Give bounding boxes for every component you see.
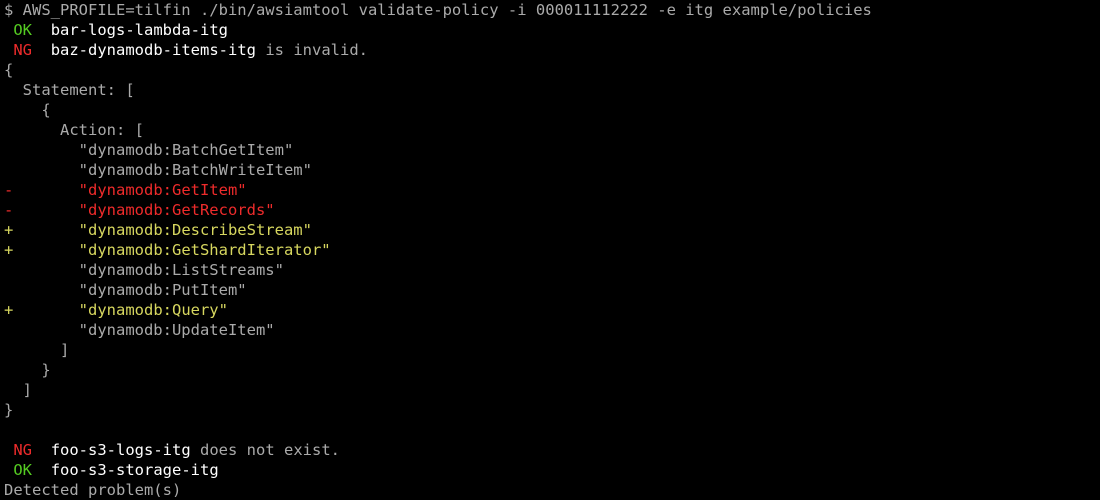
diff-add-line: "dynamodb:GetShardIterator" xyxy=(13,241,330,259)
status-ng: NG xyxy=(13,441,32,459)
status-ok: OK xyxy=(13,21,32,39)
json-line: Action: [ xyxy=(4,121,144,139)
diff-remove-line: "dynamodb:GetItem" xyxy=(13,181,246,199)
status-ng: NG xyxy=(13,41,32,59)
diff-remove-sign: - xyxy=(4,201,13,219)
json-line: ] xyxy=(4,341,69,359)
json-line: { xyxy=(4,101,51,119)
policy-name: foo-s3-storage-itg xyxy=(51,461,219,479)
json-line: "dynamodb:UpdateItem" xyxy=(4,321,275,339)
diff-add-line: "dynamodb:Query" xyxy=(13,301,228,319)
terminal-output: $ AWS_PROFILE=tilfin ./bin/awsiamtool va… xyxy=(0,0,1100,500)
policy-name: foo-s3-logs-itg xyxy=(51,441,191,459)
command-line: AWS_PROFILE=tilfin ./bin/awsiamtool vali… xyxy=(23,1,872,19)
status-ok: OK xyxy=(13,461,32,479)
status-msg: does not exist. xyxy=(200,441,340,459)
json-line: "dynamodb:BatchWriteItem" xyxy=(4,161,312,179)
diff-add-sign: + xyxy=(4,221,13,239)
policy-name: baz-dynamodb-items-itg xyxy=(51,41,256,59)
diff-remove-sign: - xyxy=(4,181,13,199)
json-line: "dynamodb:BatchGetItem" xyxy=(4,141,293,159)
diff-remove-line: "dynamodb:GetRecords" xyxy=(13,201,274,219)
json-line: } xyxy=(4,361,51,379)
footer-summary: Detected problem(s) xyxy=(4,481,181,499)
json-line: } xyxy=(4,401,13,419)
status-msg: is invalid. xyxy=(265,41,368,59)
json-line: "dynamodb:PutItem" xyxy=(4,281,247,299)
policy-name: bar-logs-lambda-itg xyxy=(51,21,228,39)
json-line: { xyxy=(4,61,13,79)
diff-add-sign: + xyxy=(4,241,13,259)
diff-add-sign: + xyxy=(4,301,13,319)
prompt: $ xyxy=(4,1,23,19)
json-line: ] xyxy=(4,381,32,399)
json-line: "dynamodb:ListStreams" xyxy=(4,261,284,279)
json-line: Statement: [ xyxy=(4,81,135,99)
diff-add-line: "dynamodb:DescribeStream" xyxy=(13,221,312,239)
